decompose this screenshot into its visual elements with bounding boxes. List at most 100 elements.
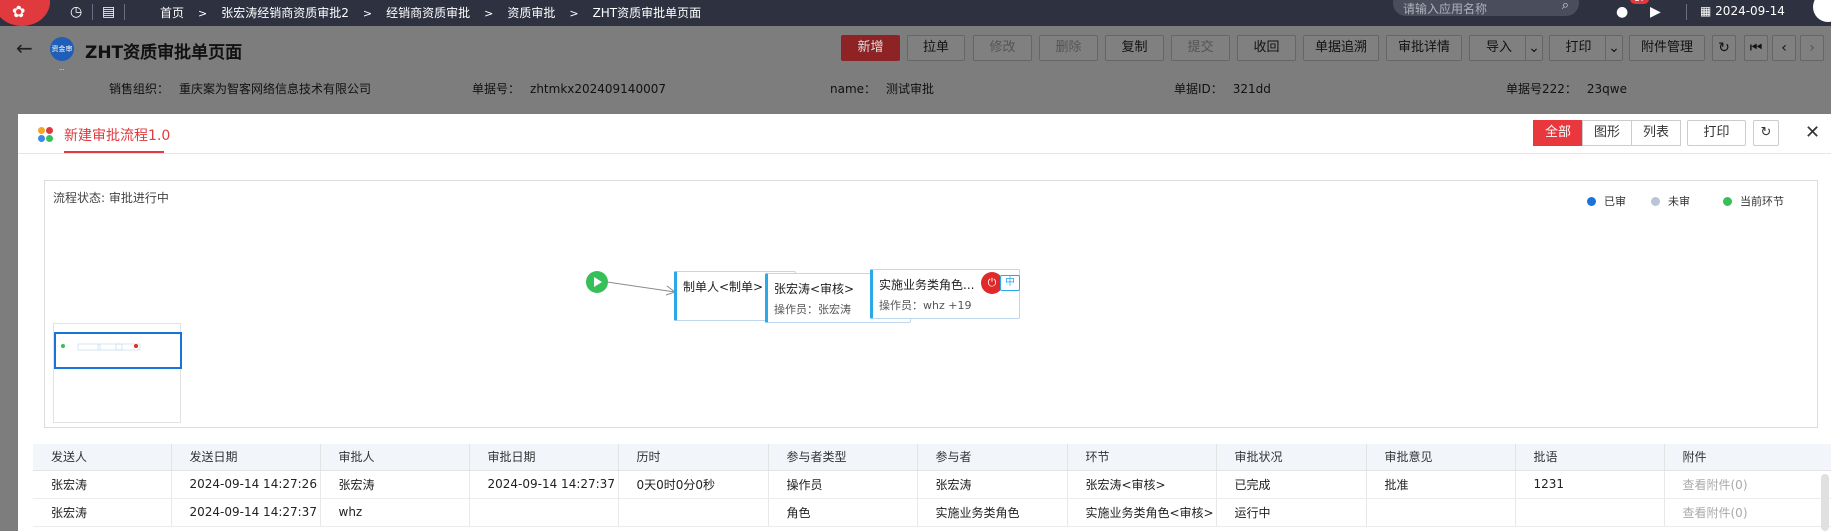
column-header[interactable]: 审批状况 xyxy=(1216,444,1367,471)
breadcrumb-item[interactable]: 张宏涛经销商资质审批2 xyxy=(221,4,349,21)
bill-no-value: zhtmkx202409140007 xyxy=(530,82,666,96)
add-button[interactable]: 新增 xyxy=(841,35,900,61)
status-badge: 中 xyxy=(1000,275,1020,291)
back-arrow-icon[interactable]: ← xyxy=(16,36,33,60)
message-icon[interactable]: ● xyxy=(1616,4,1628,20)
trace-button[interactable]: 单据追溯 xyxy=(1303,35,1379,61)
flow-connector-arrow xyxy=(606,281,677,296)
notification-badge: 17 xyxy=(1630,0,1650,4)
column-header[interactable]: 审批意见 xyxy=(1366,444,1516,471)
divider xyxy=(92,4,93,20)
node-title: 张宏涛<审核> xyxy=(774,282,855,296)
clock-icon[interactable]: ◷ xyxy=(70,4,82,20)
bill-no-field: 单据号： zhtmkx202409140007 xyxy=(472,80,666,97)
print-dropdown-chevron-icon[interactable]: ⌄ xyxy=(1605,35,1623,61)
table-scrollbar[interactable] xyxy=(1821,474,1829,531)
table-cell: 运行中 xyxy=(1216,498,1367,527)
video-icon[interactable]: ▶ xyxy=(1650,4,1661,20)
refresh-icon[interactable]: ↻ xyxy=(1712,35,1736,61)
document-icon[interactable]: ▤ xyxy=(102,4,115,20)
breadcrumb-item[interactable]: 首页 xyxy=(160,4,184,21)
approval-history-table: 发送人 发送日期 审批人 审批日期 历时 参与者类型 参与者 环节 审批状况 审… xyxy=(33,444,1831,527)
legend-dot xyxy=(1587,197,1596,206)
legend-label: 未审 xyxy=(1668,195,1690,208)
table-cell: 2024-09-14 14:27:37 xyxy=(469,470,619,499)
legend-item-pending: 未审 xyxy=(1651,193,1690,209)
modal-title[interactable]: 新建审批流程1.0 xyxy=(64,125,170,145)
breadcrumb-item[interactable]: 经销商资质审批 xyxy=(386,4,470,21)
attachments-button[interactable]: 附件管理 xyxy=(1629,35,1705,61)
import-button[interactable]: 导入 xyxy=(1469,35,1529,61)
copy-button[interactable]: 复制 xyxy=(1105,35,1164,61)
modify-button[interactable]: 修改 xyxy=(973,35,1032,61)
prev-page-icon[interactable]: ‹ xyxy=(1772,35,1796,61)
diagram-minimap[interactable] xyxy=(53,323,182,423)
recall-button[interactable]: 收回 xyxy=(1237,35,1296,61)
search-icon[interactable]: ⌕ xyxy=(1562,0,1569,13)
close-icon[interactable]: ✕ xyxy=(1805,122,1820,143)
table-cell xyxy=(1366,498,1516,527)
legend-label: 已审 xyxy=(1604,195,1626,208)
table-cell: 2024-09-14 14:27:26 xyxy=(171,470,321,499)
column-header[interactable]: 发送日期 xyxy=(171,444,321,471)
bill-info-bar: 销售组织： 重庆案为智客网络信息技术有限公司 单据号： zhtmkx20240914… xyxy=(0,70,1831,114)
page-header: ← 资金审批 ZHT资质审批单页面 新增 拉单 修改 删除 复制 提交 收回 单… xyxy=(0,26,1831,77)
column-header[interactable]: 批语 xyxy=(1515,444,1665,471)
column-header[interactable]: 历时 xyxy=(618,444,769,471)
table-row[interactable]: 张宏涛 2024-09-14 14:27:26 张宏涛 2024-09-14 1… xyxy=(33,470,1831,499)
modal-print-button[interactable]: 打印 xyxy=(1687,120,1746,146)
breadcrumb-item[interactable]: ZHT资质审批单页面 xyxy=(593,4,702,21)
current-date: ▦ 2024-09-14 xyxy=(1700,4,1785,18)
table-cell: 张宏涛 xyxy=(917,470,1068,499)
top-nav-bar: ✿ ◷ ▤ 首页 > 张宏涛经销商资质审批2 > 经销商资质审批 > 资质审批 > ZHT资质审… xyxy=(0,0,1831,26)
name-field: name： 测试审批 xyxy=(830,80,934,97)
pull-button[interactable]: 拉单 xyxy=(907,35,965,61)
submit-button[interactable]: 提交 xyxy=(1171,35,1230,61)
flower-icon: ✿ xyxy=(12,2,26,21)
table-cell: 张宏涛<审核> xyxy=(1067,470,1217,499)
modal-refresh-icon[interactable]: ↻ xyxy=(1753,120,1779,146)
app-search-input[interactable]: 请输入应用名称 ⌕ xyxy=(1393,0,1579,16)
chevron-right-icon: > xyxy=(198,7,208,20)
approval-detail-button[interactable]: 审批详情 xyxy=(1386,35,1462,61)
page-title: ZHT资质审批单页面 xyxy=(85,43,243,63)
bill-no-label: 单据号： xyxy=(472,82,521,96)
org-field: 销售组织： 重庆案为智客网络信息技术有限公司 xyxy=(109,80,371,97)
table-cell: 1231 xyxy=(1515,470,1665,499)
column-header[interactable]: 环节 xyxy=(1067,444,1217,471)
delete-button[interactable]: 删除 xyxy=(1039,35,1098,61)
next-page-icon[interactable]: › xyxy=(1800,35,1824,61)
bill-id-value: 321dd xyxy=(1232,82,1271,96)
view-attachment-link[interactable]: 查看附件(0) xyxy=(1664,470,1831,499)
app-logo[interactable]: ✿ xyxy=(0,0,50,26)
tab-graph[interactable]: 图形 xyxy=(1582,120,1632,146)
avatar[interactable] xyxy=(1813,0,1831,22)
import-dropdown-chevron-icon[interactable]: ⌄ xyxy=(1525,35,1543,61)
table-cell xyxy=(1515,498,1665,527)
column-header[interactable]: 参与者 xyxy=(917,444,1068,471)
print-button[interactable]: 打印 xyxy=(1549,35,1608,61)
table-cell: 张宏涛 xyxy=(33,498,172,527)
tab-all[interactable]: 全部 xyxy=(1533,120,1583,146)
table-cell: whz xyxy=(320,498,470,527)
table-cell xyxy=(618,498,769,527)
column-header[interactable]: 发送人 xyxy=(33,444,172,471)
bill-id-label: 单据ID： xyxy=(1174,82,1223,96)
node-title: 制单人<制单> xyxy=(683,280,764,294)
column-header[interactable]: 审批人 xyxy=(320,444,470,471)
table-cell xyxy=(469,498,619,527)
column-header[interactable]: 附件 xyxy=(1664,444,1831,471)
date-text: 2024-09-14 xyxy=(1715,4,1785,18)
node-operator: 操作员：张宏涛 xyxy=(774,303,851,316)
column-header[interactable]: 参与者类型 xyxy=(768,444,918,471)
active-tab-underline xyxy=(64,151,164,153)
table-cell: 操作员 xyxy=(768,470,918,499)
view-attachment-link[interactable]: 查看附件(0) xyxy=(1664,498,1831,527)
column-header[interactable]: 审批日期 xyxy=(469,444,619,471)
table-row[interactable]: 张宏涛 2024-09-14 14:27:37 whz 角色 实施业务类角色 实… xyxy=(33,498,1831,527)
table-cell: 实施业务类角色 xyxy=(917,498,1068,527)
tab-list[interactable]: 列表 xyxy=(1631,120,1681,146)
breadcrumb-item[interactable]: 资质审批 xyxy=(507,4,555,21)
first-page-icon[interactable]: ⏮ xyxy=(1744,35,1768,61)
bill-no2-field: 单据号222： 23qwe xyxy=(1506,80,1627,97)
